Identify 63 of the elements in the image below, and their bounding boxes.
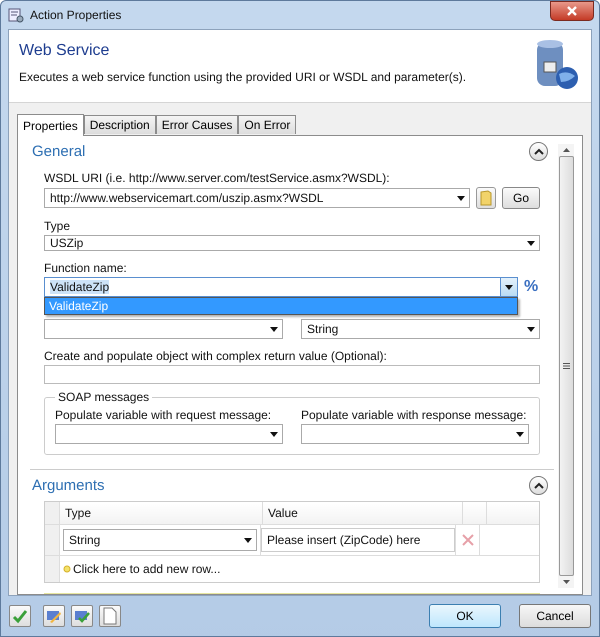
column-header: Value xyxy=(263,502,463,524)
caret-icon xyxy=(505,284,513,290)
input-field[interactable] xyxy=(44,365,540,384)
caret-icon xyxy=(516,432,524,436)
ok-button[interactable]: OK xyxy=(429,604,501,628)
field-label: Function name: xyxy=(44,261,128,275)
return-variable-combo[interactable] xyxy=(44,319,283,339)
group-legend: SOAP messages xyxy=(55,390,152,404)
app-icon xyxy=(8,7,24,23)
request-combo[interactable] xyxy=(55,424,283,444)
field-label: Type xyxy=(44,219,72,233)
type-combo[interactable]: String xyxy=(63,529,257,551)
sparkle-icon xyxy=(63,565,71,573)
tab[interactable]: On Error xyxy=(238,115,296,134)
response-combo[interactable] xyxy=(301,424,529,444)
edit-button[interactable] xyxy=(43,605,65,627)
header-title: Web Service xyxy=(19,42,110,60)
tab[interactable]: Error Causes xyxy=(156,115,238,134)
close-icon xyxy=(566,6,578,16)
field-label: WSDL URI (i.e. http://www.server.com/testService.asmx?WSDL): xyxy=(44,171,391,185)
collapse-button[interactable] xyxy=(529,142,548,161)
field-label: Populate variable with request message: xyxy=(55,408,272,422)
validate-button[interactable] xyxy=(71,605,93,627)
caret-icon xyxy=(270,432,278,436)
field-label: Create and populate object with complex return value (Optional): xyxy=(44,349,388,363)
checked-window-icon xyxy=(74,608,90,624)
type-combo[interactable]: USZip xyxy=(44,235,540,251)
scroll-down-icon[interactable] xyxy=(562,580,570,584)
chevron-icon xyxy=(534,482,544,490)
add-row-link[interactable]: Click here to add new row... xyxy=(73,562,220,576)
value-field[interactable]: Please insert (ZipCode) here xyxy=(261,528,455,552)
variable-button[interactable]: % xyxy=(524,278,544,296)
collapse-button[interactable] xyxy=(529,476,548,495)
check-button[interactable] xyxy=(9,605,31,627)
function-combo[interactable]: ValidateZip xyxy=(44,277,518,297)
caret-icon xyxy=(270,326,278,332)
wsdl-combo[interactable]: http://www.webservicemart.com/uszip.asmx?WSDL xyxy=(44,188,470,208)
field-label: Populate variable with response message: xyxy=(301,408,528,422)
tab[interactable]: Description xyxy=(84,115,156,134)
close-button[interactable] xyxy=(550,1,594,21)
chevron-icon xyxy=(534,148,544,156)
scroll-up-icon[interactable] xyxy=(562,148,570,152)
caret-icon xyxy=(244,538,252,542)
column-header: Type xyxy=(60,502,263,524)
caret-icon xyxy=(527,240,535,246)
caret-icon xyxy=(457,196,465,200)
checkmark-icon xyxy=(12,608,28,624)
grip-icon xyxy=(562,363,570,369)
section-heading: General xyxy=(32,143,86,160)
cancel-button[interactable]: Cancel xyxy=(519,604,591,628)
pencil-icon xyxy=(46,608,62,624)
tab[interactable]: Properties xyxy=(17,114,84,136)
browse-button[interactable] xyxy=(476,187,496,209)
caret-icon xyxy=(527,326,535,332)
folder-icon xyxy=(480,190,492,206)
blank-page-icon xyxy=(103,607,117,625)
window-title: Action Properties xyxy=(30,8,122,22)
header-description: Executes a web service function using the provided URI or WSDL and parameter(s). xyxy=(19,70,466,84)
delete-icon[interactable] xyxy=(460,533,474,547)
section-heading: Arguments xyxy=(32,477,105,494)
return-type-combo[interactable]: String xyxy=(301,319,540,339)
page-button[interactable] xyxy=(99,605,121,627)
go-button[interactable]: Go xyxy=(502,187,540,209)
